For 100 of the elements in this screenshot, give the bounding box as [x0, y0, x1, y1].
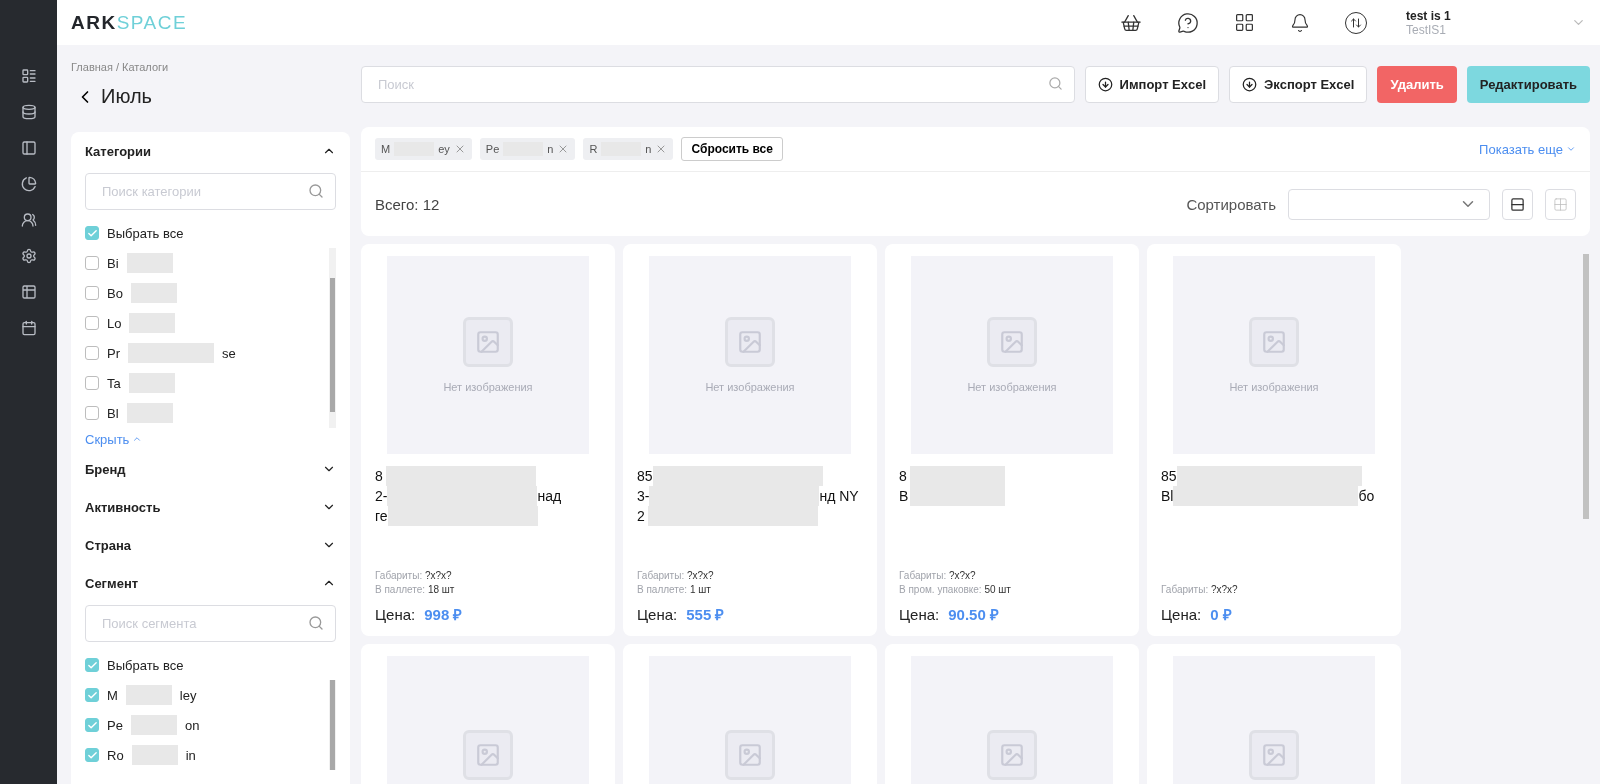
filter-section-header[interactable]: Бренд	[85, 450, 336, 488]
database-icon[interactable]	[20, 104, 37, 120]
grid-icon	[1553, 196, 1568, 212]
reset-button[interactable]: Сбросить все	[681, 137, 783, 161]
price-value: 90.50 ₽	[948, 605, 999, 624]
checkbox-label: Bl	[107, 405, 119, 421]
checkbox-label: Ro	[107, 747, 124, 763]
checkbox[interactable]	[85, 256, 99, 270]
table-icon[interactable]	[20, 284, 37, 300]
product-spec: Габариты: ?x?x?	[1161, 584, 1239, 595]
logo: ARKSPACE	[71, 11, 188, 34]
image-icon	[463, 730, 513, 780]
product-title: 2-	[375, 488, 388, 504]
filter-chip[interactable]: Pe n	[479, 138, 576, 160]
filter-chip[interactable]: R n	[583, 138, 674, 160]
no-image-text: Нет изображения	[705, 381, 795, 393]
price-value: 0 ₽	[1210, 605, 1232, 624]
no-image-text: Нет изображения	[1229, 381, 1319, 393]
product-title: бо	[1358, 488, 1375, 504]
checkbox[interactable]	[85, 226, 99, 240]
panel-icon[interactable]	[20, 140, 37, 156]
checkbox-label: Pe	[107, 717, 123, 733]
checkbox[interactable]	[85, 406, 99, 420]
product-title: 8	[375, 468, 384, 484]
user-name: test is 1	[1406, 8, 1452, 23]
checkbox-label: Lo	[107, 315, 122, 331]
action-button[interactable]: Импорт Excel	[1084, 66, 1220, 103]
filter-chip[interactable]: M ey	[375, 138, 472, 160]
product-title: над	[537, 488, 562, 504]
action-button[interactable]: Экспорт Excel	[1229, 66, 1368, 103]
help-chat-icon[interactable]	[1177, 11, 1199, 34]
settings-icon[interactable]	[20, 248, 37, 264]
scrollbar[interactable]	[329, 680, 336, 770]
bell-icon[interactable]	[1290, 12, 1310, 33]
product-title: 8	[899, 468, 908, 484]
filter-section-header[interactable]: Сегмент	[85, 564, 336, 602]
product-card[interactable]: Нет изображения 85 Bl бо Габариты: ?x?x? Цена: 0 ₽	[1147, 244, 1401, 636]
product-title: B	[899, 488, 910, 504]
image-icon	[725, 317, 775, 367]
price-label: Цена:	[899, 606, 940, 623]
checkbox-label: Bi	[107, 255, 119, 271]
product-title: ге	[375, 508, 388, 524]
list-icon[interactable]	[20, 68, 37, 84]
checkbox[interactable]	[85, 286, 99, 300]
checkbox-label: M	[107, 687, 118, 703]
checkbox[interactable]	[85, 718, 99, 732]
page-title: Июль	[101, 85, 153, 108]
checkbox-label: Ta	[107, 375, 121, 391]
product-spec: Габариты: ?x?x?	[637, 570, 715, 581]
checkbox[interactable]	[85, 316, 99, 330]
download-icon	[1097, 77, 1113, 92]
filter-section-header[interactable]: Активность	[85, 488, 336, 526]
list-view-button[interactable]	[1502, 188, 1533, 220]
price-label: Цена:	[637, 606, 678, 623]
action-button[interactable]: Редактировать	[1466, 66, 1590, 103]
image-icon	[1249, 730, 1299, 780]
users-icon[interactable]	[20, 212, 37, 228]
product-title: 85	[1161, 468, 1177, 484]
checkbox[interactable]	[85, 748, 99, 762]
image-icon	[987, 317, 1037, 367]
search-icon	[308, 183, 324, 199]
price-label: Цена:	[375, 606, 416, 623]
chevron-up-icon	[132, 434, 143, 444]
checkbox-label: Pr	[107, 345, 120, 361]
sort-select[interactable]	[1288, 188, 1490, 220]
sort-label: Сортировать	[1186, 195, 1276, 213]
grid-view-button[interactable]	[1545, 188, 1576, 220]
search-icon	[1047, 76, 1063, 91]
checkbox[interactable]	[85, 658, 99, 672]
checkbox[interactable]	[85, 346, 99, 360]
price-value: 998 ₽	[424, 605, 463, 624]
product-card[interactable]: Нет изображения 8 2- над ге Габариты: ?x?x? В паллете: 18 шт Цена: 998 ₽	[361, 244, 615, 636]
calendar-icon[interactable]	[20, 320, 37, 336]
product-spec: В паллете: 18 шт	[375, 584, 456, 595]
image-icon	[1249, 317, 1299, 367]
product-title: 2	[637, 508, 646, 524]
price-label: Цена:	[1161, 606, 1202, 623]
product-title: 3-	[637, 488, 650, 504]
chevron-down-icon	[1566, 144, 1576, 154]
product-spec: В паллете: 1 шт	[637, 584, 712, 595]
grid-icon[interactable]	[1234, 12, 1255, 33]
product-spec: Габариты: ?x?x?	[375, 570, 453, 581]
product-card[interactable]: Нет изображения 8 B Габариты: ?x?x? В пром. упаковке: 50 шт Цена: 90.50 ₽	[885, 244, 1139, 636]
pie-chart-icon[interactable]	[20, 176, 37, 192]
no-image-text: Нет изображения	[443, 381, 533, 393]
scrollbar[interactable]	[329, 248, 336, 428]
product-spec: Габариты: ?x?x?	[899, 570, 977, 581]
product-card[interactable]: Нет изображения 85 3- нд NY 2 Габариты: ?x?x? В паллете: 1 шт Цена: 555 ₽	[623, 244, 877, 636]
filter-section-header[interactable]: Категории	[85, 132, 336, 170]
checkbox-label: Выбрать все	[107, 657, 184, 673]
product-title: 85	[637, 468, 653, 484]
checkbox[interactable]	[85, 376, 99, 390]
checkbox-label: se	[222, 345, 236, 361]
checkbox-label: on	[184, 717, 200, 733]
checkbox-label: ley	[179, 687, 197, 703]
filter-section-header[interactable]: Страна	[85, 526, 336, 564]
checkbox[interactable]	[85, 688, 99, 702]
download-icon	[1242, 77, 1258, 92]
image-icon	[987, 730, 1037, 780]
image-icon	[725, 730, 775, 780]
